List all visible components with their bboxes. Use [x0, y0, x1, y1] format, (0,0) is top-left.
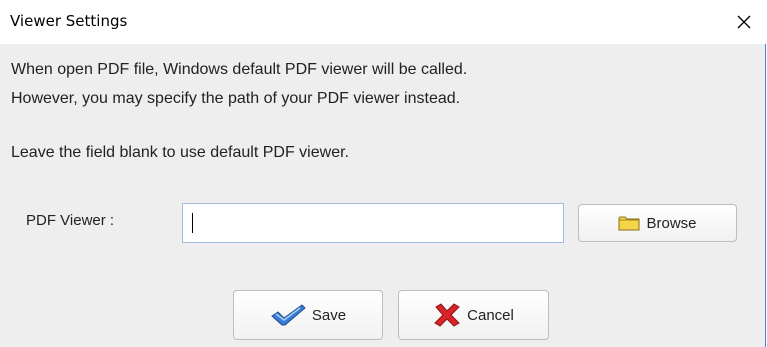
folder-icon [618, 215, 640, 231]
viewer-settings-dialog: Viewer Settings When open PDF file, Wind… [0, 0, 767, 347]
red-x-icon [433, 303, 461, 327]
info-line-2: However, you may specify the path of you… [11, 90, 461, 107]
dialog-title: Viewer Settings [10, 12, 128, 30]
save-label: Save [311, 306, 347, 324]
browse-button[interactable]: Browse [578, 204, 737, 242]
info-line-3: Leave the field blank to use default PDF… [11, 144, 349, 161]
close-icon [737, 15, 751, 29]
save-button[interactable]: Save [233, 290, 383, 340]
info-line-1: When open PDF file, Windows default PDF … [11, 61, 468, 78]
cancel-label: Cancel [467, 306, 514, 324]
browse-label: Browse [646, 214, 697, 232]
close-button[interactable] [721, 0, 767, 44]
pdf-viewer-label: PDF Viewer : [26, 212, 115, 229]
pdf-viewer-path-input[interactable] [182, 203, 564, 243]
title-bar: Viewer Settings [0, 0, 767, 44]
cancel-button[interactable]: Cancel [398, 290, 549, 340]
text-caret [192, 213, 193, 233]
dialog-content: When open PDF file, Windows default PDF … [0, 44, 766, 347]
checkmark-icon [270, 303, 306, 327]
